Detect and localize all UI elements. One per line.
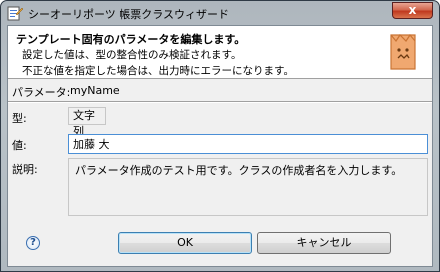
help-icon[interactable]: ?	[26, 236, 40, 250]
header-line-1: 設定した値は、型の整合性のみ検証されます。	[22, 49, 242, 61]
wizard-dialog: シーオーリポーツ 帳票クラスウィザード x テンプレート固有のパラメータを編集し…	[0, 0, 440, 272]
ok-button[interactable]: OK	[118, 232, 252, 254]
close-button[interactable]: x	[392, 2, 433, 19]
description-label: 説明:	[12, 163, 38, 176]
parameter-label: パラメータ:	[12, 86, 71, 99]
wizard-banner-icon	[390, 33, 416, 70]
type-label: 型:	[12, 112, 27, 125]
title-bar[interactable]: シーオーリポーツ 帳票クラスウィザード x	[1, 1, 439, 25]
type-field: 文字列	[68, 107, 106, 138]
wizard-header: テンプレート固有のパラメータを編集します。 設定した値は、型の整合性のみ検証され…	[8, 26, 432, 79]
value-input[interactable]	[68, 134, 428, 154]
header-title: テンプレート固有のパラメータを編集します。	[16, 33, 246, 46]
divider	[8, 101, 432, 103]
cancel-button[interactable]: キャンセル	[257, 232, 391, 254]
dialog-body: テンプレート固有のパラメータを編集します。 設定した値は、型の整合性のみ検証され…	[7, 25, 433, 267]
header-line-2: 不正な値を指定した場合は、出力時にエラーになります。	[22, 65, 294, 77]
close-icon: x	[408, 3, 417, 17]
description-field: パラメータ作成のテスト用です。クラスの作成者名を入力します。	[68, 158, 428, 216]
window-title: シーオーリポーツ 帳票クラスウィザード	[28, 8, 230, 21]
app-icon	[7, 6, 23, 21]
parameter-value: myName	[70, 84, 120, 97]
value-label: 値:	[12, 139, 27, 152]
